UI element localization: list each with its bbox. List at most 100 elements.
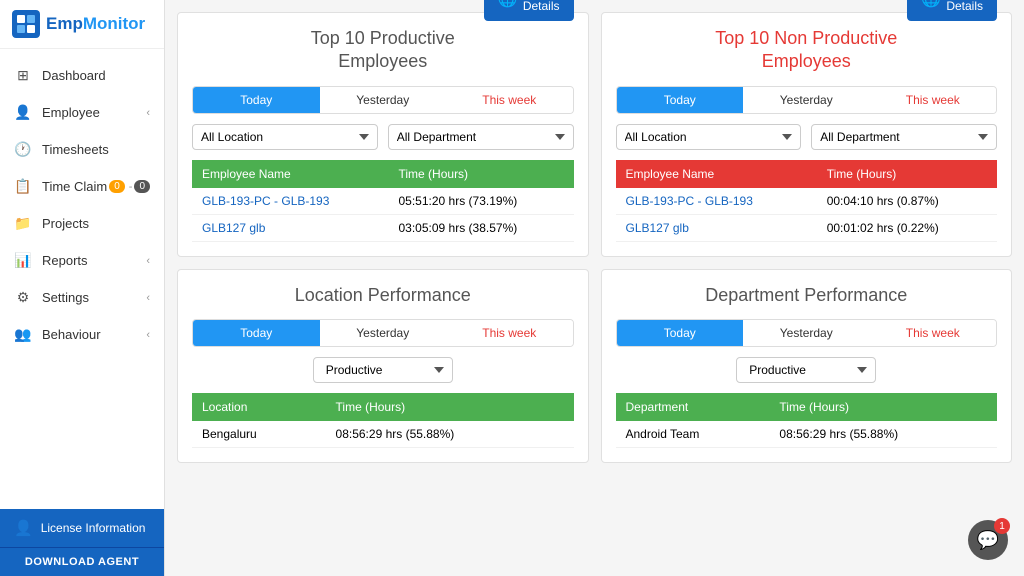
productive-col-time: Time (Hours) [389, 160, 574, 188]
department-card-title: Department Performance [616, 284, 998, 307]
sidebar-item-label: Settings [42, 290, 146, 305]
department-table-head: Department Time (Hours) [616, 393, 998, 421]
chevron-icon: ‹ [146, 329, 150, 341]
dashboard-icon: ⊞ [14, 67, 32, 84]
sidebar-item-label: Timesheets [42, 142, 150, 157]
productive-tab-today[interactable]: Today [193, 87, 320, 113]
sidebar-bottom: 👤 License Information DOWNLOAD AGENT [0, 509, 164, 576]
logo-icon [12, 10, 40, 38]
details-btn-text: Details [523, 0, 560, 13]
department-tabs: Today Yesterday This week [616, 319, 998, 347]
timeclaim-badge1: 0 [109, 180, 125, 193]
sidebar-item-label: Time Claim [42, 179, 109, 194]
productive-location-dropdown[interactable]: All Location [192, 124, 378, 150]
location-performance-card: Location Performance Today Yesterday Thi… [177, 269, 589, 463]
location-tab-today[interactable]: Today [193, 320, 320, 346]
non-productive-card: 🌐 ViewDetails Top 10 Non Productive Empl… [601, 12, 1013, 257]
location-col-time: Time (Hours) [326, 393, 574, 421]
department-dropdown-row: Productive [616, 357, 998, 383]
sidebar-item-timesheets[interactable]: 🕐 Timesheets [0, 131, 164, 168]
timeclaim-badge2: 0 [134, 180, 150, 193]
non-productive-col-time: Time (Hours) [817, 160, 997, 188]
department-tab-yesterday[interactable]: Yesterday [743, 320, 870, 346]
chat-bubble-button[interactable]: 💬 1 [968, 520, 1008, 560]
chevron-icon: ‹ [146, 292, 150, 304]
location-col-name: Location [192, 393, 326, 421]
productive-employee-link[interactable]: GLB-193-PC - GLB-193 [192, 188, 389, 215]
settings-icon: ⚙ [14, 289, 32, 306]
sidebar-item-label: Reports [42, 253, 146, 268]
non-productive-table-head: Employee Name Time (Hours) [616, 160, 998, 188]
productive-department-dropdown[interactable]: All Department [388, 124, 574, 150]
non-productive-location-dropdown[interactable]: All Location [616, 124, 802, 150]
sidebar-item-label: Behaviour [42, 327, 146, 342]
department-table-body: Android Team 08:56:29 hrs (55.88%) [616, 421, 998, 448]
location-productive-dropdown[interactable]: Productive [313, 357, 453, 383]
non-productive-dropdowns: All Location All Department [616, 124, 998, 150]
logo: EmpMonitor [0, 0, 164, 49]
department-tab-today[interactable]: Today [617, 320, 744, 346]
location-tab-yesterday[interactable]: Yesterday [320, 320, 447, 346]
non-productive-table-body: GLB-193-PC - GLB-193 00:04:10 hrs (0.87%… [616, 188, 998, 242]
non-productive-tab-thisweek[interactable]: This week [870, 87, 997, 113]
department-name: Android Team [616, 421, 770, 448]
top-cards-row: 🌐 ViewDetails Top 10 Productive Employee… [177, 12, 1012, 257]
card-header: 🌐 ViewDetails Top 10 Productive Employee… [192, 27, 574, 86]
productive-tabs: Today Yesterday This week [192, 86, 574, 114]
productive-view-details-button[interactable]: 🌐 ViewDetails [484, 0, 574, 21]
table-row: GLB-193-PC - GLB-193 05:51:20 hrs (73.19… [192, 188, 574, 215]
location-tabs: Today Yesterday This week [192, 319, 574, 347]
download-label: DOWNLOAD AGENT [25, 556, 139, 568]
behaviour-icon: 👥 [14, 326, 32, 343]
sidebar-item-behaviour[interactable]: 👥 Behaviour ‹ [0, 316, 164, 353]
employee-icon: 👤 [14, 104, 32, 121]
location-table-head: Location Time (Hours) [192, 393, 574, 421]
view-icon: 🌐 [921, 0, 941, 9]
bottom-cards-row: Location Performance Today Yesterday Thi… [177, 269, 1012, 463]
productive-dropdowns: All Location All Department [192, 124, 574, 150]
productive-table-head: Employee Name Time (Hours) [192, 160, 574, 188]
productive-employee-link[interactable]: GLB127 glb [192, 214, 389, 241]
sidebar-item-timeclaim[interactable]: 📋 Time Claim 0 - 0 [0, 168, 164, 205]
table-row: Bengaluru 08:56:29 hrs (55.88%) [192, 421, 574, 448]
non-productive-tab-yesterday[interactable]: Yesterday [743, 87, 870, 113]
sidebar-item-employee[interactable]: 👤 Employee ‹ [0, 94, 164, 131]
department-productive-dropdown[interactable]: Productive [736, 357, 876, 383]
table-row: GLB127 glb 03:05:09 hrs (38.57%) [192, 214, 574, 241]
sidebar-item-reports[interactable]: 📊 Reports ‹ [0, 242, 164, 279]
license-icon: 👤 [14, 519, 33, 537]
non-productive-card-title: Top 10 Non Productive Employees [616, 27, 998, 74]
productive-table-body: GLB-193-PC - GLB-193 05:51:20 hrs (73.19… [192, 188, 574, 242]
table-row: GLB127 glb 00:01:02 hrs (0.22%) [616, 214, 998, 241]
chevron-icon: ‹ [146, 107, 150, 119]
non-productive-employee-link[interactable]: GLB-193-PC - GLB-193 [616, 188, 817, 215]
department-col-time: Time (Hours) [769, 393, 997, 421]
sidebar-item-dashboard[interactable]: ⊞ Dashboard [0, 57, 164, 94]
non-productive-col-name: Employee Name [616, 160, 817, 188]
sidebar-item-label: Employee [42, 105, 146, 120]
non-productive-time-value: 00:01:02 hrs (0.22%) [817, 214, 997, 241]
sidebar: EmpMonitor ⊞ Dashboard 👤 Employee ‹ 🕐 Ti… [0, 0, 165, 576]
download-agent-button[interactable]: DOWNLOAD AGENT [0, 547, 164, 576]
productive-tab-thisweek[interactable]: This week [446, 87, 573, 113]
sidebar-item-settings[interactable]: ⚙ Settings ‹ [0, 279, 164, 316]
non-productive-employee-link[interactable]: GLB127 glb [616, 214, 817, 241]
department-tab-thisweek[interactable]: This week [870, 320, 997, 346]
productive-card-title: Top 10 Productive Employees [192, 27, 574, 74]
non-productive-tab-today[interactable]: Today [617, 87, 744, 113]
department-table: Department Time (Hours) Android Team 08:… [616, 393, 998, 448]
non-productive-department-dropdown[interactable]: All Department [811, 124, 997, 150]
sidebar-item-projects[interactable]: 📁 Projects [0, 205, 164, 242]
timesheets-icon: 🕐 [14, 141, 32, 158]
location-card-title: Location Performance [192, 284, 574, 307]
sidebar-item-label: Projects [42, 216, 150, 231]
table-row: GLB-193-PC - GLB-193 00:04:10 hrs (0.87%… [616, 188, 998, 215]
location-table: Location Time (Hours) Bengaluru 08:56:29… [192, 393, 574, 448]
license-information-button[interactable]: 👤 License Information [0, 509, 164, 547]
view-icon: 🌐 [498, 0, 518, 9]
location-tab-thisweek[interactable]: This week [446, 320, 573, 346]
reports-icon: 📊 [14, 252, 32, 269]
location-dropdown-row: Productive [192, 357, 574, 383]
productive-tab-yesterday[interactable]: Yesterday [320, 87, 447, 113]
non-productive-view-details-button[interactable]: 🌐 ViewDetails [907, 0, 997, 21]
